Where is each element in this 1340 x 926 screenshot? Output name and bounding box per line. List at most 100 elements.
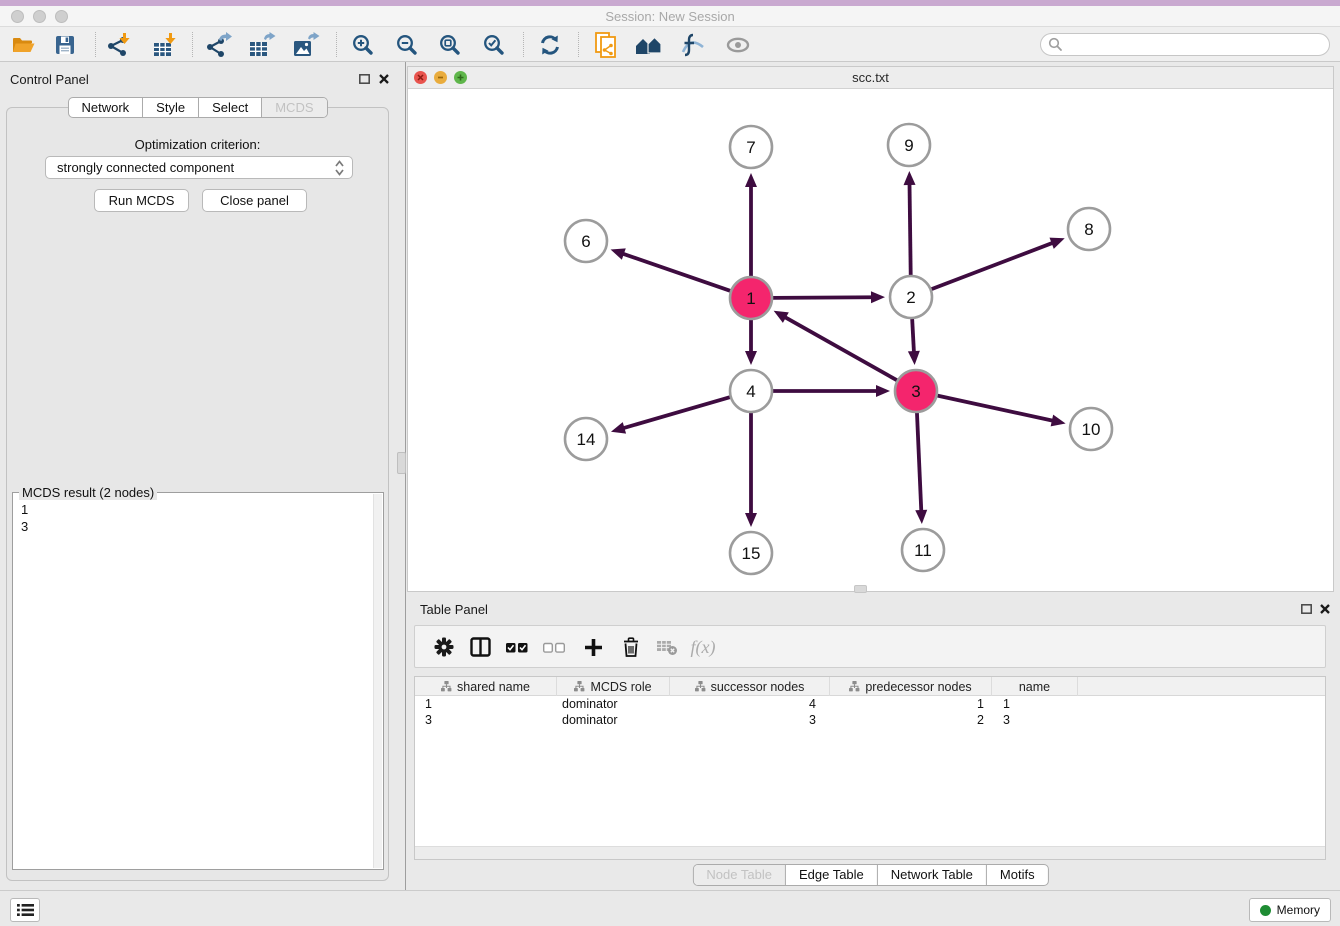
show-panels-button[interactable] <box>10 898 40 922</box>
import-table-button[interactable] <box>148 29 184 60</box>
split-columns-button[interactable] <box>464 631 496 663</box>
close-panel-icon[interactable] <box>376 71 392 87</box>
tab-style[interactable]: Style <box>142 98 198 117</box>
tab-node-table[interactable]: Node Table <box>693 865 785 885</box>
graph-edge-4-14[interactable] <box>622 397 730 429</box>
graph-edge-2-9[interactable] <box>909 182 910 275</box>
table-cell[interactable]: 4 <box>670 696 830 712</box>
zoom-out-button[interactable] <box>389 29 425 60</box>
column-header-mcds-role[interactable]: MCDS role <box>557 677 670 696</box>
function-builder-button[interactable]: f(x) <box>687 631 719 663</box>
control-panel: Control Panel NetworkStyleSelectMCDS Opt… <box>0 62 395 890</box>
table-cell[interactable]: 2 <box>830 712 992 728</box>
column-header-name[interactable]: name <box>992 677 1078 696</box>
network-canvas[interactable]: 1234678910111415 <box>408 89 1333 591</box>
panel-divider-handle[interactable] <box>397 452 406 474</box>
zoom-in-button[interactable] <box>345 29 381 60</box>
trash-icon <box>622 637 640 657</box>
column-header-shared-name[interactable]: shared name <box>415 677 557 696</box>
main-titlebar[interactable]: Session: New Session <box>0 6 1340 27</box>
graph-node-label: 9 <box>904 136 913 155</box>
graph-node-label: 14 <box>577 430 596 449</box>
toolbar-separator <box>95 32 96 57</box>
graph-edge-1-2[interactable] <box>773 297 874 298</box>
graph-node-label: 1 <box>746 289 755 308</box>
refresh-layout-button[interactable] <box>532 29 568 60</box>
tab-edge-table[interactable]: Edge Table <box>785 865 877 885</box>
graph-edge-3-1[interactable] <box>783 316 897 380</box>
save-session-button[interactable] <box>47 29 83 60</box>
graph-edge-3-11[interactable] <box>917 413 921 513</box>
delete-column-button[interactable] <box>651 631 683 663</box>
optimization-criterion-select[interactable]: strongly connected component <box>45 156 353 179</box>
column-type-icon <box>441 681 452 692</box>
graph-edge-2-3[interactable] <box>912 319 914 354</box>
close-table-panel-icon[interactable] <box>1317 601 1333 617</box>
result-scrollbar[interactable] <box>373 494 382 868</box>
export-network-icon <box>205 32 233 58</box>
float-table-panel-icon[interactable] <box>1298 601 1314 617</box>
graphics-details-button[interactable] <box>675 29 711 60</box>
add-column-button[interactable] <box>577 631 609 663</box>
node-table[interactable]: shared nameMCDS rolesuccessor nodes prede… <box>414 676 1326 860</box>
network-window-title: scc.txt <box>408 70 1333 85</box>
unselect-all-button[interactable] <box>538 631 570 663</box>
memory-label: Memory <box>1277 903 1320 917</box>
export-network-button[interactable] <box>201 29 237 60</box>
tab-mcds[interactable]: MCDS <box>261 98 326 117</box>
search-icon <box>1048 37 1063 52</box>
network-from-selection-button[interactable] <box>588 29 624 60</box>
float-panel-icon[interactable] <box>356 71 372 87</box>
run-mcds-button[interactable]: Run MCDS <box>94 189 189 212</box>
network-window-titlebar[interactable]: scc.txt <box>408 67 1333 89</box>
open-folder-icon <box>10 33 36 57</box>
zoom-selected-button[interactable] <box>476 29 512 60</box>
home-view-button[interactable] <box>631 29 667 60</box>
graph-edge-3-10[interactable] <box>937 396 1054 421</box>
select-all-button[interactable] <box>501 631 533 663</box>
table-cell[interactable]: 1 <box>415 696 557 712</box>
gear-icon <box>434 637 454 657</box>
table-cell[interactable]: dominator <box>557 712 670 728</box>
table-horizontal-scrollbar[interactable] <box>415 846 1325 859</box>
open-session-button[interactable] <box>5 29 41 60</box>
column-header-successor-nodes[interactable]: successor nodes <box>670 677 830 696</box>
function-curve-icon <box>680 33 706 57</box>
search-input[interactable] <box>1063 36 1329 54</box>
search-box[interactable] <box>1040 33 1330 56</box>
table-cell[interactable]: 3 <box>992 712 1078 728</box>
birds-eye-view-button[interactable] <box>720 29 756 60</box>
mcds-result-box: MCDS result (2 nodes) 13 <box>12 492 384 870</box>
column-header-label: predecessor nodes <box>865 680 971 694</box>
export-table-button[interactable] <box>244 29 280 60</box>
table-row[interactable]: 3dominator323 <box>415 712 1325 728</box>
graph-edge-arrowhead <box>611 422 626 434</box>
table-cell[interactable]: 3 <box>415 712 557 728</box>
zoom-fit-button[interactable] <box>432 29 468 60</box>
bottom-divider-handle[interactable] <box>854 585 867 593</box>
export-image-button[interactable] <box>288 29 324 60</box>
table-cell[interactable]: 1 <box>992 696 1078 712</box>
graph-node-label: 3 <box>911 382 920 401</box>
graph-node-label: 15 <box>742 544 761 563</box>
tab-network-table[interactable]: Network Table <box>877 865 986 885</box>
table-cell[interactable]: 3 <box>670 712 830 728</box>
import-network-button[interactable] <box>102 29 138 60</box>
checked-boxes-icon <box>506 642 528 653</box>
tab-network[interactable]: Network <box>68 98 142 117</box>
tab-motifs[interactable]: Motifs <box>986 865 1048 885</box>
graph-edge-1-6[interactable] <box>621 253 730 291</box>
table-header-row: shared nameMCDS rolesuccessor nodes prede… <box>415 677 1325 696</box>
toolbar-separator <box>336 32 337 57</box>
delete-row-button[interactable] <box>615 631 647 663</box>
network-file-icon <box>593 31 619 59</box>
memory-button[interactable]: Memory <box>1249 898 1331 922</box>
column-header-predecessor-nodes[interactable]: predecessor nodes <box>830 677 992 696</box>
close-panel-button[interactable]: Close panel <box>202 189 307 212</box>
tab-select[interactable]: Select <box>198 98 261 117</box>
table-cell[interactable]: 1 <box>830 696 992 712</box>
graph-edge-2-8[interactable] <box>932 242 1055 289</box>
table-row[interactable]: 1dominator411 <box>415 696 1325 712</box>
table-cell[interactable]: dominator <box>557 696 670 712</box>
table-settings-button[interactable] <box>428 631 460 663</box>
